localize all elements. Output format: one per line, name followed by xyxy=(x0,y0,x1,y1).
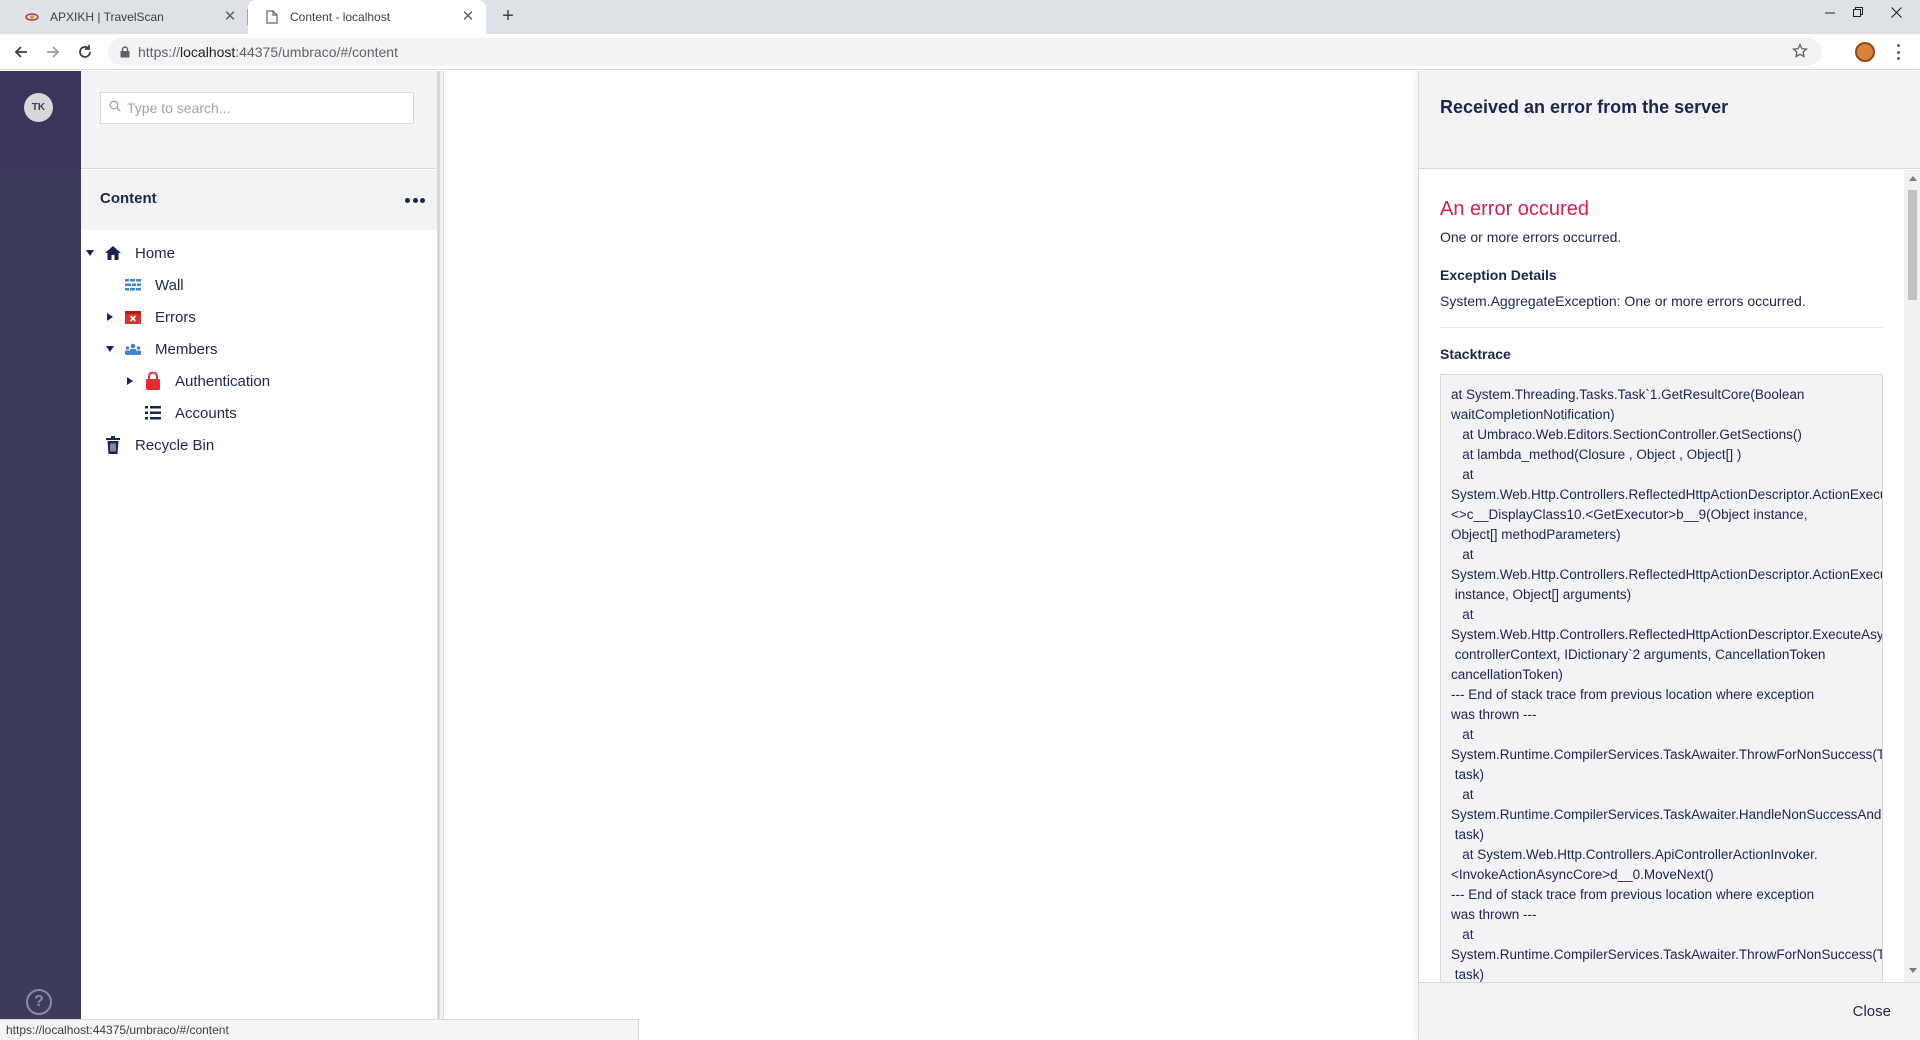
tab-title: APXIKH | TravelScan xyxy=(50,10,164,24)
caret-right-icon[interactable] xyxy=(103,310,117,324)
tab-close-icon[interactable]: ✕ xyxy=(460,9,476,25)
list-icon xyxy=(143,403,163,423)
caret-down-icon[interactable] xyxy=(83,246,97,260)
tab-close-icon[interactable]: ✕ xyxy=(222,9,238,25)
lock-icon xyxy=(143,371,163,391)
travelscan-favicon-icon xyxy=(24,9,40,25)
address-bar[interactable]: https://localhost:44375/umbraco/#/conten… xyxy=(108,38,1822,66)
tree-section-title: Content xyxy=(100,190,157,207)
window-close-icon[interactable] xyxy=(1876,0,1916,24)
scroll-down-icon[interactable] xyxy=(1909,968,1917,973)
user-avatar[interactable]: TK xyxy=(24,93,53,122)
overlay-title: Received an error from the server xyxy=(1440,97,1729,117)
browser-tab-content[interactable]: Content - localhost ✕ xyxy=(248,0,486,34)
browser-toolbar: https://localhost:44375/umbraco/#/conten… xyxy=(0,34,1920,70)
tree-node-members[interactable]: Members xyxy=(103,333,218,365)
tab-title: Content - localhost xyxy=(290,10,391,24)
search-icon xyxy=(109,99,121,117)
close-button[interactable]: Close xyxy=(1853,1003,1891,1020)
error-overlay: Received an error from the server An err… xyxy=(1418,71,1920,1040)
tree-node-label: Authentication xyxy=(175,372,271,390)
tree-node-label: Wall xyxy=(155,276,184,294)
error-title: An error occured xyxy=(1440,198,1589,220)
tree-node-label: Recycle Bin xyxy=(135,436,215,454)
content-tree-panel: Content Home Wall xyxy=(81,71,439,1040)
bookmark-star-icon[interactable] xyxy=(1792,42,1808,62)
stacktrace-box[interactable]: at System.Threading.Tasks.Task`1.GetResu… xyxy=(1440,374,1883,982)
search-input[interactable] xyxy=(127,100,407,116)
tree-node-authentication[interactable]: Authentication xyxy=(123,365,270,397)
profile-avatar[interactable] xyxy=(1855,42,1875,62)
tree-header: Content xyxy=(81,170,439,230)
reload-icon[interactable] xyxy=(73,40,97,64)
trash-icon xyxy=(103,435,123,455)
section-sidebar: TK ? xyxy=(0,71,81,1040)
scroll-thumb[interactable] xyxy=(1908,190,1917,300)
url-host: localhost xyxy=(180,44,236,60)
back-arrow-icon[interactable] xyxy=(9,40,33,64)
browser-tab-strip: APXIKH | TravelScan ✕ Content - localhos… xyxy=(0,0,1920,34)
members-icon xyxy=(123,339,143,359)
content-editor-area xyxy=(443,71,1418,1040)
exception-details-heading: Exception Details xyxy=(1440,267,1557,283)
exception-message: System.AggregateException: One or more e… xyxy=(1440,293,1883,328)
new-tab-button[interactable]: + xyxy=(496,5,520,29)
tree-node-accounts[interactable]: Accounts xyxy=(123,397,237,429)
overlay-body: An error occured One or more errors occu… xyxy=(1419,170,1904,982)
tree-search-area xyxy=(81,71,439,169)
more-options-icon[interactable] xyxy=(405,196,425,204)
tree-node-errors[interactable]: Errors xyxy=(103,301,196,333)
window-restore-icon[interactable] xyxy=(1838,0,1878,24)
tree-node-label: Home xyxy=(135,244,176,262)
error-icon xyxy=(123,307,143,327)
error-message: One or more errors occurred. xyxy=(1440,229,1622,245)
overlay-header: Received an error from the server xyxy=(1419,71,1920,169)
tree-node-label: Members xyxy=(155,340,218,358)
forward-arrow-icon[interactable] xyxy=(41,40,65,64)
grid-icon xyxy=(123,275,143,295)
caret-down-icon[interactable] xyxy=(103,342,117,356)
secure-lock-icon[interactable] xyxy=(120,46,130,58)
status-bar-url: https://localhost:44375/umbraco/#/conten… xyxy=(0,1019,639,1040)
browser-tab-travelscan[interactable]: APXIKH | TravelScan ✕ xyxy=(8,0,248,34)
stacktrace-text: at System.Threading.Tasks.Task`1.GetResu… xyxy=(1451,387,1883,982)
overlay-scrollbar[interactable] xyxy=(1904,170,1920,982)
umbraco-app: TK ? Content Home xyxy=(0,71,1920,1040)
caret-right-icon[interactable] xyxy=(123,374,137,388)
tree-node-recycle-bin[interactable]: Recycle Bin xyxy=(83,429,214,461)
home-icon xyxy=(103,243,123,263)
tree-node-label: Errors xyxy=(155,308,196,326)
url-scheme: https:// xyxy=(138,44,181,60)
page-favicon-icon xyxy=(264,9,280,25)
tree-node-wall[interactable]: Wall xyxy=(103,269,184,301)
tree-search-box[interactable] xyxy=(100,92,414,124)
browser-menu-icon[interactable] xyxy=(1892,41,1904,63)
stacktrace-heading: Stacktrace xyxy=(1440,346,1511,362)
help-icon[interactable]: ? xyxy=(26,989,52,1015)
tree-node-home[interactable]: Home xyxy=(83,237,175,269)
tree-node-label: Accounts xyxy=(175,404,237,422)
url-path: :44375/umbraco/#/content xyxy=(235,44,398,60)
scroll-up-icon[interactable] xyxy=(1909,176,1917,181)
overlay-footer: Close xyxy=(1419,982,1920,1040)
